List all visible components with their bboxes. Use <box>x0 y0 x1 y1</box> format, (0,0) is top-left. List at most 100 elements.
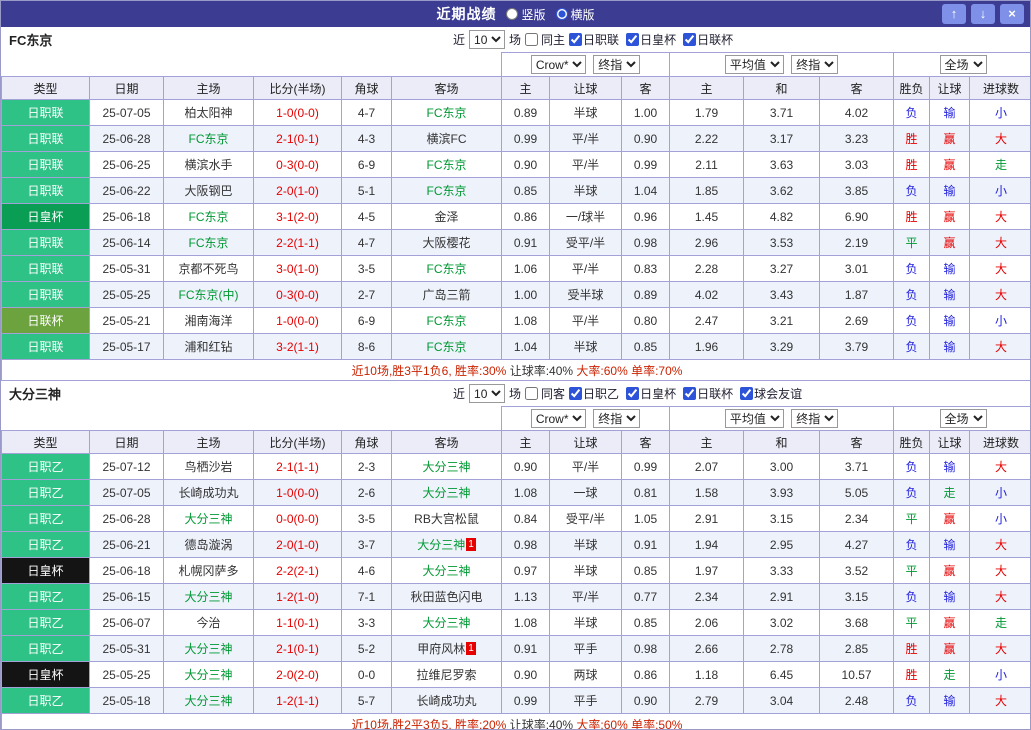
result-goals: 大 <box>970 688 1031 714</box>
layout-vertical-option[interactable]: 竖版 <box>506 6 545 23</box>
odds-company-select[interactable]: Crow* <box>531 55 586 74</box>
league-type-badge: 日职乙 <box>2 532 90 558</box>
same-side-filter[interactable]: 同客 <box>525 385 565 402</box>
handicap-away-odds: 0.77 <box>622 584 670 610</box>
same-side-checkbox[interactable] <box>525 387 538 400</box>
avg-draw-odds: 2.95 <box>744 532 820 558</box>
avg-home-odds: 1.96 <box>670 334 744 360</box>
result-handicap: 赢 <box>930 204 970 230</box>
team-name: FC东京 <box>1 30 52 49</box>
match-row: 日职联25-05-25FC东京(中)0-3(0-0)2-7广岛三箭1.00受半球… <box>2 282 1031 308</box>
league-checkbox[interactable] <box>569 387 582 400</box>
score: 1-2(1-1) <box>254 688 342 714</box>
scope-select[interactable]: 全场 <box>940 409 987 428</box>
result-goals: 大 <box>970 584 1031 610</box>
league-label: 日职联 <box>583 31 619 48</box>
move-down-button[interactable]: ↓ <box>971 4 995 24</box>
handicap-line: 平/半 <box>550 454 622 480</box>
match-date: 25-06-18 <box>90 558 164 584</box>
avg-company-select[interactable]: 平均值 <box>725 55 784 74</box>
league-filter[interactable]: 球会友谊 <box>740 385 802 402</box>
league-type-badge: 日职联 <box>2 178 90 204</box>
match-row: 日职乙25-05-31大分三神2-1(0-1)5-2甲府风林10.91平手0.9… <box>2 636 1031 662</box>
avg-kind-select[interactable]: 终指 <box>791 55 838 74</box>
league-filter[interactable]: 日联杯 <box>683 385 733 402</box>
result-handicap: 输 <box>930 584 970 610</box>
summary-cell: 近10场,胜2平3负5, 胜率:20% 让球率:40% 大率:60% 单率:50… <box>2 714 1031 730</box>
layout-horizontal-option[interactable]: 横版 <box>556 6 595 23</box>
move-up-button[interactable]: ↑ <box>942 4 966 24</box>
team-label: FC东京 <box>189 210 229 224</box>
match-date: 25-06-18 <box>90 204 164 230</box>
avg-draw-odds: 3.27 <box>744 256 820 282</box>
avg-home-odds: 2.91 <box>670 506 744 532</box>
avg-home-odds: 1.97 <box>670 558 744 584</box>
titlebar: 近期战绩 竖版 横版 ↑ ↓ × <box>1 1 1030 27</box>
league-filter[interactable]: 日职乙 <box>569 385 619 402</box>
team-label: 柏太阳神 <box>184 106 232 120</box>
result-handicap: 赢 <box>930 152 970 178</box>
home-team: 大分三神 <box>164 662 254 688</box>
match-count-select[interactable]: 10 <box>469 30 505 49</box>
blank-cell <box>2 407 502 431</box>
league-checkbox[interactable] <box>626 33 639 46</box>
match-date: 25-05-31 <box>90 636 164 662</box>
score: 2-0(1-0) <box>254 532 342 558</box>
team-label: FC东京 <box>427 340 467 354</box>
avg-company-select[interactable]: 平均值 <box>725 409 784 428</box>
odds-company-select[interactable]: Crow* <box>531 409 586 428</box>
odds-kind-select[interactable]: 终指 <box>593 409 640 428</box>
same-side-checkbox[interactable] <box>525 33 538 46</box>
vertical-radio[interactable] <box>506 8 518 20</box>
handicap-line: 半球 <box>550 558 622 584</box>
team-label: FC东京 <box>427 184 467 198</box>
avg-home-odds: 2.79 <box>670 688 744 714</box>
summary-segment: 单率:70% <box>628 364 683 378</box>
league-label: 球会友谊 <box>754 385 802 402</box>
scope-select[interactable]: 全场 <box>940 55 987 74</box>
home-team: 大分三神 <box>164 584 254 610</box>
avg-draw-odds: 3.17 <box>744 126 820 152</box>
away-team: 长崎成功丸 <box>392 688 502 714</box>
avg-kind-select[interactable]: 终指 <box>791 409 838 428</box>
league-filter[interactable]: 日职联 <box>569 31 619 48</box>
handicap-away-odds: 1.04 <box>622 178 670 204</box>
avg-draw-odds: 3.02 <box>744 610 820 636</box>
summary-row: 近10场,胜2平3负5, 胜率:20% 让球率:40% 大率:60% 单率:50… <box>2 714 1031 730</box>
handicap-odds-controls: Crow* 终指 <box>502 407 670 431</box>
match-count-select[interactable]: 10 <box>469 384 505 403</box>
col-result: 胜负 <box>894 431 930 454</box>
home-team: 大分三神 <box>164 506 254 532</box>
matches-label: 场 <box>509 31 521 48</box>
home-team: 今治 <box>164 610 254 636</box>
summary-segment: 大率:60% <box>573 364 628 378</box>
avg-home-odds: 1.94 <box>670 532 744 558</box>
recent-results-window: 近期战绩 竖版 横版 ↑ ↓ × FC东京 近 10 场 <box>0 0 1031 730</box>
league-checkbox[interactable] <box>683 387 696 400</box>
result-handicap: 赢 <box>930 558 970 584</box>
close-button[interactable]: × <box>1000 4 1024 24</box>
same-side-filter[interactable]: 同主 <box>525 31 565 48</box>
league-checkbox[interactable] <box>740 387 753 400</box>
avg-home-odds: 2.66 <box>670 636 744 662</box>
avg-away-odds: 6.90 <box>820 204 894 230</box>
league-filter[interactable]: 日皇杯 <box>626 31 676 48</box>
league-checkbox[interactable] <box>569 33 582 46</box>
handicap-away-odds: 1.00 <box>622 100 670 126</box>
league-checkbox[interactable] <box>626 387 639 400</box>
handicap-line: 受平/半 <box>550 506 622 532</box>
avg-away-odds: 3.23 <box>820 126 894 152</box>
odds-kind-select[interactable]: 终指 <box>593 55 640 74</box>
scope-controls: 全场 <box>894 407 1031 431</box>
horizontal-radio[interactable] <box>556 8 568 20</box>
score: 3-2(1-1) <box>254 334 342 360</box>
result-wdl: 胜 <box>894 204 930 230</box>
match-row: 日职乙25-06-28大分三神0-0(0-0)3-5RB大宫松鼠0.84受平/半… <box>2 506 1031 532</box>
team-label: 浦和红钻 <box>184 340 232 354</box>
league-filter[interactable]: 日皇杯 <box>626 385 676 402</box>
handicap-away-odds: 0.90 <box>622 126 670 152</box>
league-checkbox[interactable] <box>683 33 696 46</box>
league-filter[interactable]: 日联杯 <box>683 31 733 48</box>
handicap-home-odds: 1.13 <box>502 584 550 610</box>
match-date: 25-05-25 <box>90 662 164 688</box>
